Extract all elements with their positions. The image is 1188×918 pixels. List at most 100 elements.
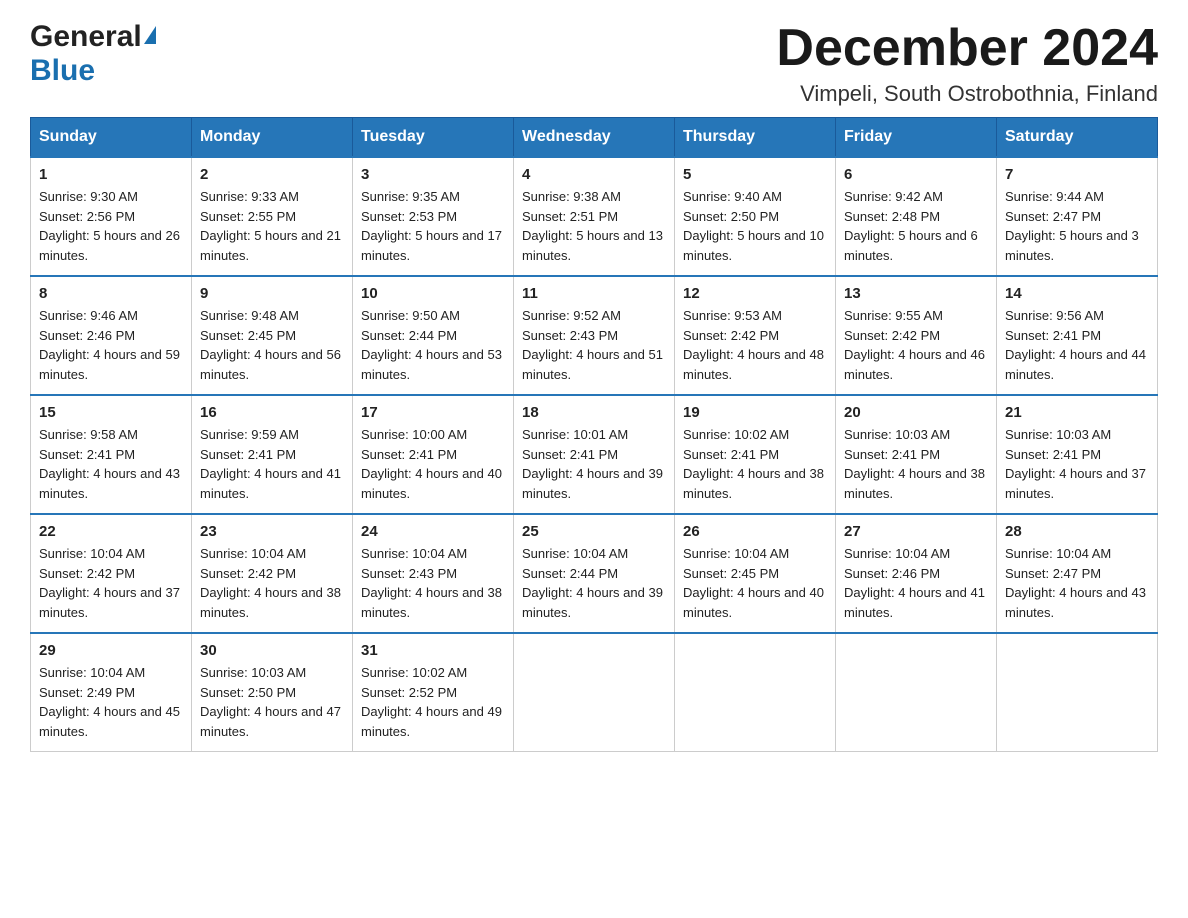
day-cell: 19 Sunrise: 10:02 AMSunset: 2:41 PMDayli…: [675, 395, 836, 514]
day-info: Sunrise: 9:44 AMSunset: 2:47 PMDaylight:…: [1005, 189, 1139, 263]
day-number: 23: [200, 523, 344, 540]
day-info: Sunrise: 10:02 AMSunset: 2:52 PMDaylight…: [361, 665, 502, 739]
day-cell: 4 Sunrise: 9:38 AMSunset: 2:51 PMDayligh…: [514, 157, 675, 276]
week-row-3: 15 Sunrise: 9:58 AMSunset: 2:41 PMDaylig…: [31, 395, 1158, 514]
day-number: 20: [844, 404, 988, 421]
day-cell: [836, 633, 997, 752]
week-row-5: 29 Sunrise: 10:04 AMSunset: 2:49 PMDayli…: [31, 633, 1158, 752]
day-cell: 31 Sunrise: 10:02 AMSunset: 2:52 PMDayli…: [353, 633, 514, 752]
week-row-1: 1 Sunrise: 9:30 AMSunset: 2:56 PMDayligh…: [31, 157, 1158, 276]
day-number: 28: [1005, 523, 1149, 540]
day-cell: 8 Sunrise: 9:46 AMSunset: 2:46 PMDayligh…: [31, 276, 192, 395]
day-cell: 16 Sunrise: 9:59 AMSunset: 2:41 PMDaylig…: [192, 395, 353, 514]
day-number: 21: [1005, 404, 1149, 421]
day-number: 18: [522, 404, 666, 421]
week-row-2: 8 Sunrise: 9:46 AMSunset: 2:46 PMDayligh…: [31, 276, 1158, 395]
day-cell: [675, 633, 836, 752]
day-cell: 3 Sunrise: 9:35 AMSunset: 2:53 PMDayligh…: [353, 157, 514, 276]
header-sunday: Sunday: [31, 118, 192, 158]
logo-top: General: [30, 20, 156, 54]
day-number: 22: [39, 523, 183, 540]
day-info: Sunrise: 9:40 AMSunset: 2:50 PMDaylight:…: [683, 189, 824, 263]
day-cell: 18 Sunrise: 10:01 AMSunset: 2:41 PMDayli…: [514, 395, 675, 514]
day-number: 2: [200, 166, 344, 183]
day-number: 5: [683, 166, 827, 183]
day-cell: [997, 633, 1158, 752]
day-number: 29: [39, 642, 183, 659]
day-number: 25: [522, 523, 666, 540]
day-info: Sunrise: 10:04 AMSunset: 2:47 PMDaylight…: [1005, 546, 1146, 620]
day-number: 17: [361, 404, 505, 421]
day-cell: 29 Sunrise: 10:04 AMSunset: 2:49 PMDayli…: [31, 633, 192, 752]
day-number: 10: [361, 285, 505, 302]
header-thursday: Thursday: [675, 118, 836, 158]
day-info: Sunrise: 10:03 AMSunset: 2:41 PMDaylight…: [844, 427, 985, 501]
day-info: Sunrise: 10:01 AMSunset: 2:41 PMDaylight…: [522, 427, 663, 501]
day-cell: 27 Sunrise: 10:04 AMSunset: 2:46 PMDayli…: [836, 514, 997, 633]
day-number: 4: [522, 166, 666, 183]
week-row-4: 22 Sunrise: 10:04 AMSunset: 2:42 PMDayli…: [31, 514, 1158, 633]
day-cell: 22 Sunrise: 10:04 AMSunset: 2:42 PMDayli…: [31, 514, 192, 633]
month-title: December 2024: [776, 20, 1158, 77]
day-number: 12: [683, 285, 827, 302]
day-number: 6: [844, 166, 988, 183]
day-info: Sunrise: 9:53 AMSunset: 2:42 PMDaylight:…: [683, 308, 824, 382]
day-cell: 15 Sunrise: 9:58 AMSunset: 2:41 PMDaylig…: [31, 395, 192, 514]
day-info: Sunrise: 9:52 AMSunset: 2:43 PMDaylight:…: [522, 308, 663, 382]
day-cell: 24 Sunrise: 10:04 AMSunset: 2:43 PMDayli…: [353, 514, 514, 633]
day-cell: 17 Sunrise: 10:00 AMSunset: 2:41 PMDayli…: [353, 395, 514, 514]
calendar-body: 1 Sunrise: 9:30 AMSunset: 2:56 PMDayligh…: [31, 157, 1158, 752]
day-info: Sunrise: 10:02 AMSunset: 2:41 PMDaylight…: [683, 427, 824, 501]
day-info: Sunrise: 10:03 AMSunset: 2:41 PMDaylight…: [1005, 427, 1146, 501]
day-info: Sunrise: 10:04 AMSunset: 2:45 PMDaylight…: [683, 546, 824, 620]
logo: General Blue: [30, 20, 156, 88]
day-info: Sunrise: 10:04 AMSunset: 2:43 PMDaylight…: [361, 546, 502, 620]
day-cell: 7 Sunrise: 9:44 AMSunset: 2:47 PMDayligh…: [997, 157, 1158, 276]
day-number: 15: [39, 404, 183, 421]
day-cell: 21 Sunrise: 10:03 AMSunset: 2:41 PMDayli…: [997, 395, 1158, 514]
day-info: Sunrise: 10:04 AMSunset: 2:49 PMDaylight…: [39, 665, 180, 739]
day-cell: 20 Sunrise: 10:03 AMSunset: 2:41 PMDayli…: [836, 395, 997, 514]
day-number: 8: [39, 285, 183, 302]
day-info: Sunrise: 10:04 AMSunset: 2:46 PMDaylight…: [844, 546, 985, 620]
day-info: Sunrise: 9:59 AMSunset: 2:41 PMDaylight:…: [200, 427, 341, 501]
day-number: 30: [200, 642, 344, 659]
day-number: 26: [683, 523, 827, 540]
header-tuesday: Tuesday: [353, 118, 514, 158]
day-cell: 13 Sunrise: 9:55 AMSunset: 2:42 PMDaylig…: [836, 276, 997, 395]
day-info: Sunrise: 10:04 AMSunset: 2:42 PMDaylight…: [200, 546, 341, 620]
day-number: 24: [361, 523, 505, 540]
day-info: Sunrise: 9:48 AMSunset: 2:45 PMDaylight:…: [200, 308, 341, 382]
day-cell: 6 Sunrise: 9:42 AMSunset: 2:48 PMDayligh…: [836, 157, 997, 276]
day-info: Sunrise: 9:30 AMSunset: 2:56 PMDaylight:…: [39, 189, 180, 263]
header-saturday: Saturday: [997, 118, 1158, 158]
location-title: Vimpeli, South Ostrobothnia, Finland: [776, 81, 1158, 107]
logo-general-text: General: [30, 20, 142, 53]
day-cell: 11 Sunrise: 9:52 AMSunset: 2:43 PMDaylig…: [514, 276, 675, 395]
day-number: 31: [361, 642, 505, 659]
day-info: Sunrise: 9:38 AMSunset: 2:51 PMDaylight:…: [522, 189, 663, 263]
day-number: 13: [844, 285, 988, 302]
day-cell: 5 Sunrise: 9:40 AMSunset: 2:50 PMDayligh…: [675, 157, 836, 276]
calendar-table: SundayMondayTuesdayWednesdayThursdayFrid…: [30, 117, 1158, 752]
day-info: Sunrise: 10:03 AMSunset: 2:50 PMDaylight…: [200, 665, 341, 739]
day-number: 11: [522, 285, 666, 302]
day-info: Sunrise: 10:04 AMSunset: 2:44 PMDaylight…: [522, 546, 663, 620]
day-cell: 26 Sunrise: 10:04 AMSunset: 2:45 PMDayli…: [675, 514, 836, 633]
day-number: 27: [844, 523, 988, 540]
day-number: 16: [200, 404, 344, 421]
day-number: 7: [1005, 166, 1149, 183]
day-cell: [514, 633, 675, 752]
day-cell: 14 Sunrise: 9:56 AMSunset: 2:41 PMDaylig…: [997, 276, 1158, 395]
day-info: Sunrise: 10:04 AMSunset: 2:42 PMDaylight…: [39, 546, 180, 620]
page-header: General Blue December 2024 Vimpeli, Sout…: [30, 20, 1158, 107]
logo-blue-text: Blue: [30, 54, 95, 87]
day-cell: 12 Sunrise: 9:53 AMSunset: 2:42 PMDaylig…: [675, 276, 836, 395]
day-cell: 1 Sunrise: 9:30 AMSunset: 2:56 PMDayligh…: [31, 157, 192, 276]
day-info: Sunrise: 10:00 AMSunset: 2:41 PMDaylight…: [361, 427, 502, 501]
day-number: 3: [361, 166, 505, 183]
day-cell: 10 Sunrise: 9:50 AMSunset: 2:44 PMDaylig…: [353, 276, 514, 395]
header-monday: Monday: [192, 118, 353, 158]
day-info: Sunrise: 9:42 AMSunset: 2:48 PMDaylight:…: [844, 189, 978, 263]
day-number: 1: [39, 166, 183, 183]
